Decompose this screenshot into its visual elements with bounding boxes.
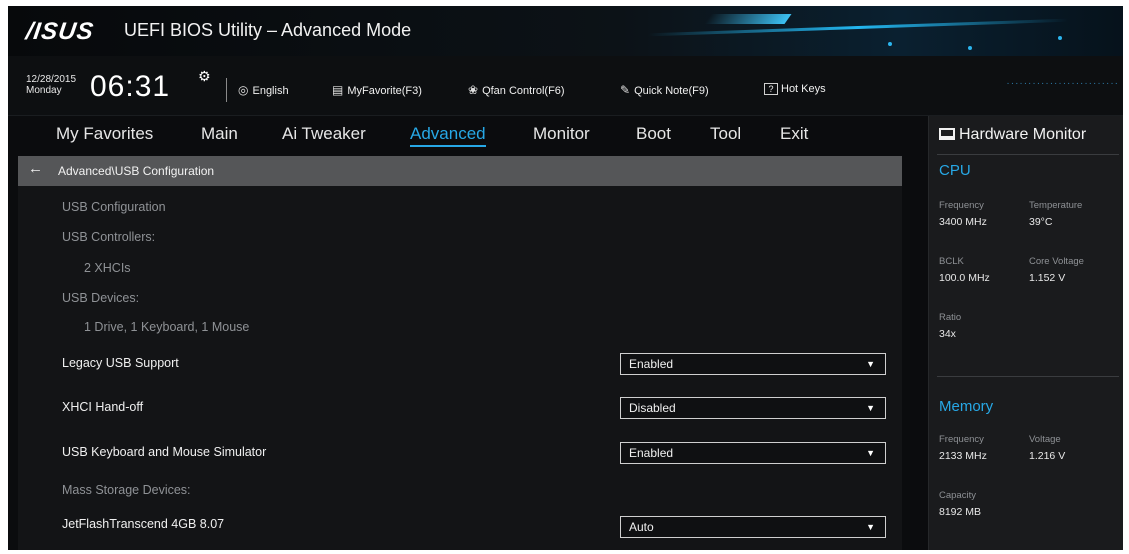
bios-screen: /ISUS UEFI BIOS Utility – Advanced Mode … — [8, 6, 1123, 550]
dropdown-arrow-icon: ▼ — [866, 448, 875, 458]
breadcrumb-path: Advanced\USB Configuration — [58, 164, 215, 178]
decorative-dot — [968, 46, 972, 50]
language-button[interactable]: ◎ English — [238, 83, 289, 97]
favorites-icon: ▤ — [332, 83, 344, 97]
bclk-label: BCLK — [939, 256, 964, 267]
mass-storage-devices-label: Mass Storage Devices: — [62, 483, 191, 497]
clock-settings-icon[interactable]: ⚙ — [198, 68, 211, 85]
quick-note-label: Quick Note(F9) — [634, 85, 709, 97]
main-nav: My Favorites Main Ai Tweaker Advanced Mo… — [8, 116, 928, 156]
qfan-control-label: Qfan Control(F6) — [482, 85, 565, 97]
panel-divider — [937, 376, 1119, 377]
tab-exit[interactable]: Exit — [780, 124, 808, 144]
bclk-value: 100.0 MHz — [939, 272, 990, 284]
dropdown-arrow-icon: ▼ — [866, 522, 875, 532]
usb-devices-label: USB Devices: — [62, 291, 140, 305]
breadcrumb: ← Advanced\USB Configuration — [18, 156, 902, 186]
tab-tool[interactable]: Tool — [710, 124, 741, 144]
language-label: English — [252, 85, 289, 97]
ratio-label: Ratio — [939, 312, 962, 323]
xhci-hand-off-label[interactable]: XHCI Hand-off — [62, 400, 143, 414]
usb-configuration-heading: USB Configuration — [62, 200, 166, 214]
memory-voltage-label: Voltage — [1029, 434, 1061, 445]
cpu-heading: CPU — [939, 162, 971, 179]
dropdown-arrow-icon: ▼ — [866, 403, 875, 413]
memory-capacity-value: 8192 MB — [939, 506, 982, 518]
asus-logo: /ISUS — [24, 18, 96, 45]
hot-keys-button[interactable]: ? Hot Keys — [764, 83, 826, 95]
back-arrow-icon[interactable]: ← — [28, 160, 43, 177]
cpu-frequency-label: Frequency — [939, 200, 984, 211]
hardware-monitor-title: Hardware Monitor — [939, 126, 1086, 144]
myfavorite-button[interactable]: ▤ MyFavorite(F3) — [332, 83, 422, 97]
usb-keyboard-mouse-simulator-dropdown[interactable]: Enabled ▼ — [620, 442, 886, 464]
app-title: UEFI BIOS Utility – Advanced Mode — [124, 20, 412, 40]
tab-my-favorites[interactable]: My Favorites — [56, 124, 153, 144]
jetflash-device-label[interactable]: JetFlashTranscend 4GB 8.07 — [62, 517, 224, 531]
dropdown-value: Enabled — [629, 357, 674, 371]
myfavorite-label: MyFavorite(F3) — [347, 85, 422, 97]
legacy-usb-support-label[interactable]: Legacy USB Support — [62, 356, 179, 370]
memory-frequency-value: 2133 MHz — [939, 450, 987, 462]
dropdown-value: Auto — [629, 520, 654, 534]
memory-heading: Memory — [939, 398, 994, 415]
cpu-frequency-value: 3400 MHz — [939, 216, 987, 228]
fan-icon: ❀ — [468, 83, 479, 97]
usb-controllers-value: 2 XHCIs — [84, 261, 131, 275]
tab-monitor[interactable]: Monitor — [533, 124, 590, 144]
tab-ai-tweaker[interactable]: Ai Tweaker — [282, 124, 366, 144]
dropdown-arrow-icon: ▼ — [866, 359, 875, 369]
cpu-temperature-value: 39°C — [1029, 216, 1053, 228]
day-text: Monday — [26, 85, 62, 96]
toolbar-separator — [226, 78, 227, 102]
ratio-value: 34x — [939, 328, 956, 340]
clock-time: 06:31 — [90, 70, 171, 103]
dropdown-value: Enabled — [629, 446, 674, 460]
date-text: 12/28/2015 — [26, 74, 77, 85]
info-toolbar: 12/28/2015 Monday 06:31 ⚙ ◎ English ▤ MyFa… — [8, 56, 1123, 116]
tab-boot[interactable]: Boot — [636, 124, 671, 144]
decorative-dot-strip: ·························· — [1006, 78, 1119, 89]
hardware-monitor-panel: Hardware Monitor CPU Frequency 3400 MHz … — [928, 116, 1123, 550]
memory-capacity-label: Capacity — [939, 490, 976, 501]
memory-frequency-label: Frequency — [939, 434, 984, 445]
monitor-icon — [939, 128, 955, 140]
decorative-streak — [704, 14, 792, 24]
tab-main[interactable]: Main — [201, 124, 238, 144]
decorative-dot — [1058, 36, 1062, 40]
note-icon: ✎ — [620, 83, 631, 97]
title-bar: /ISUS UEFI BIOS Utility – Advanced Mode — [8, 6, 1123, 56]
usb-keyboard-mouse-simulator-label[interactable]: USB Keyboard and Mouse Simulator — [62, 445, 266, 459]
cpu-temperature-label: Temperature — [1029, 200, 1083, 211]
core-voltage-value: 1.152 V — [1029, 272, 1066, 284]
legacy-usb-support-dropdown[interactable]: Enabled ▼ — [620, 353, 886, 375]
settings-content: USB Configuration USB Controllers: 2 XHC… — [18, 186, 902, 550]
hardware-monitor-label: Hardware Monitor — [959, 126, 1087, 143]
xhci-hand-off-dropdown[interactable]: Disabled ▼ — [620, 397, 886, 419]
memory-voltage-value: 1.216 V — [1029, 450, 1066, 462]
jetflash-device-dropdown[interactable]: Auto ▼ — [620, 516, 886, 538]
tab-advanced[interactable]: Advanced — [410, 124, 486, 147]
dropdown-value: Disabled — [629, 401, 676, 415]
date-display: 12/28/2015 Monday — [26, 74, 76, 96]
panel-divider — [937, 154, 1119, 155]
qfan-control-button[interactable]: ❀ Qfan Control(F6) — [468, 83, 565, 97]
decorative-dot — [888, 42, 892, 46]
quick-note-button[interactable]: ✎ Quick Note(F9) — [620, 83, 709, 97]
help-icon: ? — [764, 83, 778, 95]
usb-devices-value: 1 Drive, 1 Keyboard, 1 Mouse — [84, 320, 250, 334]
hot-keys-label: Hot Keys — [781, 83, 826, 95]
globe-icon: ◎ — [238, 83, 249, 97]
core-voltage-label: Core Voltage — [1029, 256, 1084, 267]
usb-controllers-label: USB Controllers: — [62, 230, 156, 244]
